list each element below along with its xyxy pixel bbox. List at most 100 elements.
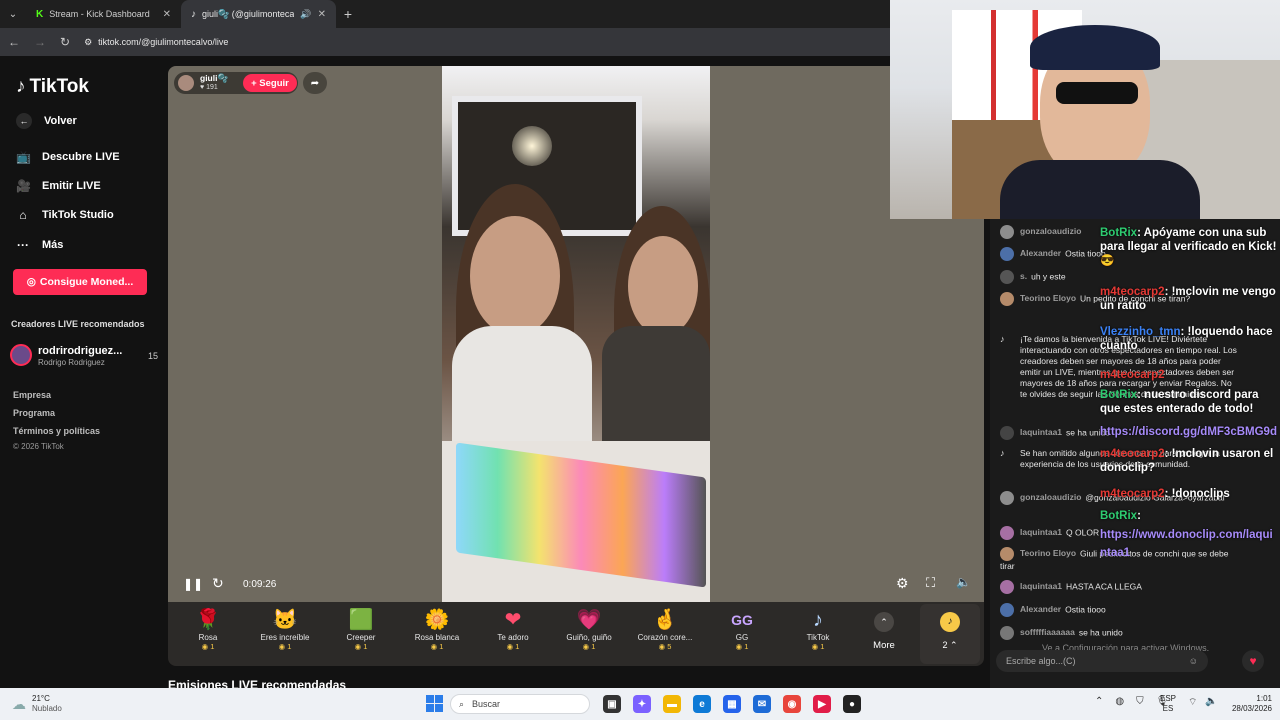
tab-kick-dashboard[interactable]: K Stream - Kick Dashboard ✕ [26,0,181,28]
close-tab-icon[interactable]: ✕ [318,9,326,20]
chevron-up-icon: ⌃ [874,612,894,632]
kick-favicon-icon: K [36,8,44,20]
obs-icon[interactable]: ● [843,695,861,713]
back-arrow-icon[interactable]: ← [8,35,20,49]
taskbar-search[interactable]: ⌕ Buscar [450,694,590,714]
settings-gear-icon[interactable]: ⚙ [896,575,909,592]
overlay-message: BotRix: Apóyame con una sub para llegar … [1100,227,1277,267]
get-coins-button[interactable]: ◎ Consigue Moned... [13,269,147,295]
host-likes: ♥ 191 [200,84,218,91]
volume-icon[interactable]: 🔈 [956,575,971,589]
task-view-icon[interactable]: ▣ [603,695,621,713]
address-bar[interactable]: ⚙ tiktok.com/@giulimontecalvo/live [84,37,228,48]
gift-guino[interactable]: 💗 Guiño, guiño ◉ 1 [554,607,624,651]
overlay-message: BotRix: nuestro discord para que estes e… [1100,389,1259,415]
follow-button[interactable]: + Seguir [243,74,297,92]
site-info-icon[interactable]: ⚙ [84,37,92,48]
creator-viewer-count: 15 [148,351,159,361]
person-right-shirt [602,326,710,446]
gift-rosa-blanca[interactable]: 🌼 Rosa blanca ◉ 1 [402,607,472,651]
more-dots-icon: ··· [17,238,29,252]
windows-start-icon[interactable] [426,695,443,712]
outlook-icon[interactable]: ✉ [753,695,771,713]
media-player-icon[interactable]: ▶ [813,695,831,713]
reload-icon[interactable]: ↻ [60,35,70,49]
tiktok-note-icon: ♪ [1000,334,1005,344]
tab-search-icon[interactable]: ⌄ [0,9,26,20]
chrome-icon[interactable]: ◉ [783,695,801,713]
language-indicator[interactable]: ESP ES [1160,694,1176,714]
white-rose-icon: 🌼 [424,609,450,631]
back-button[interactable]: ← Volver [16,113,77,129]
sidebar-item-more[interactable]: ··· Más [16,238,63,252]
clock[interactable]: 1:01 28/03/2026 [1222,694,1272,714]
more-gifts-button[interactable]: ⌃ More [866,612,902,651]
coin-icon: ◎ [26,276,36,288]
tv-icon: 📺 [16,150,31,164]
tiktok-logo[interactable]: ♪ TikTok [16,76,89,98]
cloud-icon: ☁ [12,695,26,712]
home-icon: ⌂ [19,208,27,222]
edge-icon[interactable]: e [693,695,711,713]
lamp-glow [512,126,552,166]
camera-icon: 🎥 [16,179,31,193]
gift-creeper[interactable]: 🟩 Creeper ◉ 1 [326,607,396,651]
refresh-icon[interactable]: ↻ [212,575,224,592]
network-tray-icon[interactable]: ◍ [1115,696,1124,707]
stream-timer: 0:09:26 [243,579,277,590]
gift-te-adoro[interactable]: ❤ Te adoro ◉ 1 [478,607,548,651]
new-tab-icon[interactable]: + [336,6,360,22]
copilot-icon[interactable]: ✦ [633,695,651,713]
overlay-message: ntaa1 [1100,547,1131,559]
heart-icon: ❤ [504,609,522,631]
gift-corazon[interactable]: 🤞 Corazón core... ◉ 5 [630,607,700,651]
like-heart-button[interactable]: ♥ [1242,650,1264,672]
chevron-up-icon[interactable]: ⌃ [1095,696,1103,707]
tiktok-gift-icon: ♪ [813,609,823,631]
recommended-creator-row[interactable]: rodrirodriguez... Rodrigo Rodriguez 15 [10,344,160,370]
person-right-face [628,236,698,336]
emoji-icon[interactable]: ☺ [1189,656,1198,666]
sidebar-item-discover-live[interactable]: 📺 Descubre LIVE [16,150,120,164]
share-icon[interactable]: ➦ [303,72,327,94]
browser-tab-bar: ⌄ K Stream - Kick Dashboard ✕ ♪ giuli🫧 (… [0,0,890,28]
overlay-message: Vlezzinho_tmn: !loquendo hace cuanto [1100,326,1273,352]
weather-widget[interactable]: ☁ 21°C Nublado [12,694,62,714]
pause-icon[interactable]: ❚❚ [183,577,203,591]
security-tray-icon[interactable]: ⛉ [1136,696,1144,707]
close-tab-icon[interactable]: ✕ [163,9,171,20]
forward-arrow-icon[interactable]: → [34,35,46,49]
speaker-icon[interactable]: 🔈 [1205,696,1217,709]
gift-rosa[interactable]: 🌹 Rosa ◉ 1 [173,607,243,651]
host-name: giuli🫧 [200,73,229,83]
store-icon[interactable]: ▦ [723,695,741,713]
footer-copyright: © 2026 TikTok [13,442,64,451]
recommended-creators-title: Creadores LIVE recomendados [11,319,145,329]
sidebar-item-go-live[interactable]: 🎥 Emitir LIVE [16,179,101,193]
audio-icon[interactable]: 🔊 [300,9,311,20]
gift-tiktok[interactable]: ♪ TikTok ◉ 1 [783,607,853,651]
footer-company-link[interactable]: Empresa [13,390,51,400]
tab-tiktok-live[interactable]: ♪ giuli🫧 (@giulimontecalvo)... 🔊 ✕ [181,0,336,28]
pink-heart-icon: 💗 [576,609,602,631]
chat-input[interactable]: Escribe algo...(C) ☺ [996,650,1208,672]
footer-program-link[interactable]: Programa [13,408,55,418]
wifi-icon[interactable]: ⌔ [1188,696,1197,709]
sidebar-item-tiktok-studio[interactable]: ⌂ TikTok Studio [16,208,113,222]
chat-message: Alexander Ostia tiooo [1000,603,1240,617]
streamer-jersey [1000,160,1200,219]
gift-eres-increible[interactable]: 🐱 Eres increíble ◉ 1 [250,607,320,651]
gg-icon: GG [731,612,753,628]
streamer-cap [1030,25,1160,70]
overlay-message: BotRix: [1100,510,1141,522]
sunglasses [1056,82,1138,104]
overlay-message: m4teocarp2: !mclovin usaron el donoclip? [1100,448,1274,474]
coin-balance[interactable]: ♪ 2 ⌃ [920,604,980,664]
footer-terms-link[interactable]: Términos y políticas [13,426,100,436]
overlay-message: https://discord.gg/dMF3cBMG9d [1100,426,1277,438]
gift-gg[interactable]: GG GG ◉ 1 [707,607,777,651]
file-explorer-icon[interactable]: ▬ [663,695,681,713]
rose-icon: 🌹 [195,609,221,631]
cat-icon: 🐱 [272,609,298,631]
fullscreen-icon[interactable]: ⛶ [926,575,935,591]
